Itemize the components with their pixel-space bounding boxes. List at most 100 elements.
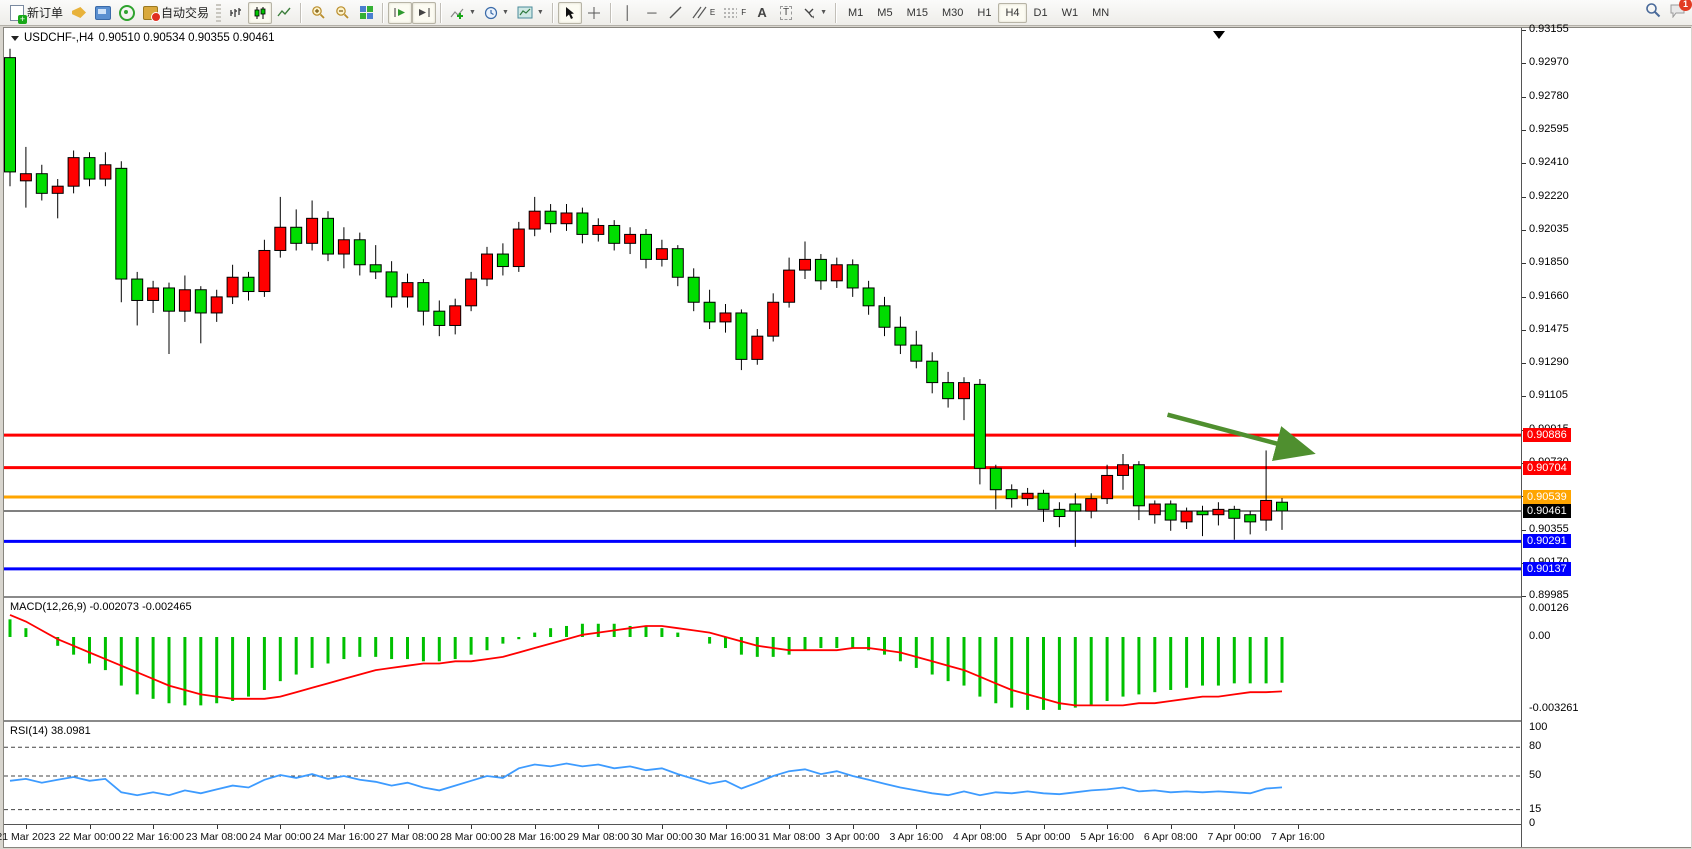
candle <box>211 297 222 313</box>
vertical-line-button[interactable]: │ <box>616 2 640 24</box>
timeframe-button-m5[interactable]: M5 <box>870 3 899 23</box>
trendline-button[interactable] <box>664 2 688 24</box>
candle <box>1277 502 1288 511</box>
price-tick-label: 0.92595 <box>1529 123 1569 136</box>
signals-button[interactable] <box>115 2 139 24</box>
rsi-panel[interactable]: RSI(14) 38.0981 <box>4 722 1521 825</box>
candle <box>784 270 795 302</box>
price-tick-mark <box>1522 63 1526 64</box>
price-tick-mark <box>1522 163 1526 164</box>
collapse-triangle-icon[interactable] <box>11 36 19 41</box>
rsi-label: RSI(14) 38.0981 <box>10 725 91 737</box>
toolbar-right: 1 <box>1645 2 1686 18</box>
candle <box>307 218 318 243</box>
timeframe-group: M1M5M15M30H1H4D1W1MN <box>841 3 1116 23</box>
indicators-button[interactable]: ▼ <box>446 2 480 24</box>
crosshair-button[interactable] <box>582 2 606 24</box>
price-tick-mark <box>1522 97 1526 98</box>
chart-window: USDCHF-,H4 0.90510 0.90534 0.90355 0.904… <box>3 27 1691 848</box>
candle <box>1102 475 1113 498</box>
candle <box>418 283 429 312</box>
zoom-out-button[interactable] <box>330 2 354 24</box>
price-tick-label: 100 <box>1529 721 1547 734</box>
price-chart-panel[interactable] <box>4 28 1521 598</box>
fibo-letter: F <box>741 8 746 17</box>
bar-chart-icon <box>229 6 243 19</box>
bar-chart-button[interactable] <box>224 2 248 24</box>
time-tick <box>1298 825 1299 829</box>
fibonacci-button[interactable]: F <box>719 2 750 24</box>
timeframe-button-m1[interactable]: M1 <box>841 3 870 23</box>
price-axis[interactable]: 0.931550.929700.927800.925950.924100.922… <box>1521 28 1691 847</box>
candle <box>338 240 349 254</box>
search-icon[interactable] <box>1645 2 1661 18</box>
candle <box>625 234 636 243</box>
price-tick-mark <box>1522 197 1526 198</box>
candle <box>1118 465 1129 476</box>
timeframe-button-d1[interactable]: D1 <box>1027 3 1055 23</box>
time-tick <box>535 825 536 829</box>
price-tick-label: 0.91105 <box>1529 389 1568 402</box>
timeframe-button-mn[interactable]: MN <box>1085 3 1116 23</box>
auto-scroll-icon <box>393 6 407 19</box>
candle <box>68 158 79 187</box>
auto-scroll-button[interactable] <box>388 2 412 24</box>
candle <box>656 249 667 260</box>
candle <box>434 311 445 325</box>
candle <box>1054 509 1065 516</box>
zoom-out-icon <box>335 5 350 20</box>
candle <box>1245 515 1256 522</box>
rsi-chart[interactable] <box>4 722 1521 824</box>
time-tick <box>217 825 218 829</box>
price-tick-mark <box>1522 363 1526 364</box>
time-axis[interactable]: 21 Mar 202322 Mar 00:0022 Mar 16:0023 Ma… <box>4 825 1521 847</box>
candle <box>879 306 890 327</box>
trend-arrow-annotation[interactable] <box>1168 415 1303 451</box>
candle <box>895 327 906 345</box>
auto-trading-button[interactable]: 自动交易 <box>139 2 213 24</box>
macd-chart[interactable] <box>4 598 1521 720</box>
notifications-button[interactable]: 1 <box>1669 3 1686 18</box>
templates-button[interactable]: ▼ <box>513 2 548 24</box>
vps-button[interactable] <box>91 2 115 24</box>
cursor-button[interactable] <box>558 2 582 24</box>
candle <box>195 290 206 313</box>
vps-icon <box>95 6 111 20</box>
candle <box>1086 499 1097 511</box>
chart-shift-marker[interactable] <box>1213 31 1225 39</box>
arrows-icon <box>802 6 816 19</box>
auto-trading-label: 自动交易 <box>161 4 209 21</box>
timeframe-button-h1[interactable]: H1 <box>970 3 998 23</box>
text-button[interactable]: A <box>750 2 774 24</box>
price-chart[interactable] <box>4 28 1521 596</box>
zoom-in-button[interactable] <box>306 2 330 24</box>
candlestick-chart-button[interactable] <box>248 2 272 24</box>
candle <box>927 361 938 382</box>
tile-windows-button[interactable] <box>354 2 378 24</box>
time-tick <box>980 825 981 829</box>
news-button[interactable] <box>67 2 91 24</box>
candle <box>259 250 270 291</box>
horizontal-line-button[interactable]: ─ <box>640 2 664 24</box>
arrows-button[interactable]: ▼ <box>798 2 831 24</box>
candle <box>561 213 572 224</box>
price-level-label: 0.90291 <box>1523 534 1571 548</box>
candle <box>1149 504 1160 515</box>
text-label-button[interactable]: T <box>774 2 798 24</box>
timeframe-button-h4[interactable]: H4 <box>998 3 1026 23</box>
periods-button[interactable]: ▼ <box>480 2 513 24</box>
candle <box>1070 504 1081 511</box>
candle <box>815 259 826 280</box>
timeframe-button-m15[interactable]: M15 <box>900 3 935 23</box>
new-order-button[interactable]: + 新订单 <box>6 2 67 24</box>
new-order-label: 新订单 <box>27 4 63 21</box>
candle <box>84 158 95 179</box>
timeframe-button-m30[interactable]: M30 <box>935 3 970 23</box>
line-chart-button[interactable] <box>272 2 296 24</box>
price-tick-label: 0.00 <box>1529 630 1550 643</box>
macd-panel[interactable]: MACD(12,26,9) -0.002073 -0.002465 <box>4 598 1521 722</box>
chart-shift-button[interactable] <box>412 2 436 24</box>
timeframe-button-w1[interactable]: W1 <box>1055 3 1086 23</box>
time-tick <box>1171 825 1172 829</box>
channel-button[interactable]: E <box>688 2 719 24</box>
